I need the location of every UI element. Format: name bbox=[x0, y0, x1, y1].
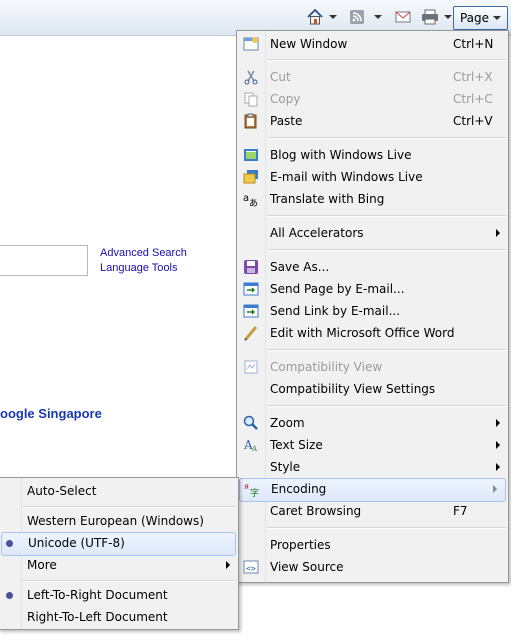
read-mail-icon bbox=[395, 10, 411, 24]
menu-item-western-european[interactable]: Western European (Windows) bbox=[0, 510, 238, 532]
menu-item-left-to-right[interactable]: Left-To-Right Document bbox=[0, 584, 238, 606]
svg-text:<>: <> bbox=[246, 564, 256, 573]
compatibility-icon bbox=[243, 359, 259, 375]
encoding-icon: я字 bbox=[244, 481, 260, 499]
view-source-icon: <> bbox=[243, 559, 259, 575]
read-mail-button[interactable] bbox=[395, 6, 411, 28]
menu-separator bbox=[23, 506, 236, 508]
menu-item-properties[interactable]: Properties bbox=[237, 534, 508, 556]
menu-item-copy[interactable]: Copy Ctrl+C bbox=[237, 88, 508, 110]
menu-item-style[interactable]: Style bbox=[237, 456, 508, 478]
save-icon bbox=[243, 259, 259, 275]
menu-item-zoom[interactable]: Zoom bbox=[237, 412, 508, 434]
text-size-icon: AA bbox=[243, 437, 259, 453]
menu-item-cut[interactable]: Cut Ctrl+X bbox=[237, 66, 508, 88]
print-icon bbox=[421, 9, 439, 25]
menu-item-right-to-left[interactable]: Right-To-Left Document bbox=[0, 606, 238, 628]
menu-item-view-source[interactable]: <> View Source bbox=[237, 556, 508, 578]
home-button[interactable] bbox=[306, 6, 337, 28]
menu-item-encoding[interactable]: я字 Encoding bbox=[239, 478, 506, 502]
menu-item-translate-with-bing[interactable]: aあ Translate with Bing bbox=[237, 188, 508, 210]
menu-separator bbox=[267, 527, 506, 529]
feeds-button[interactable] bbox=[349, 6, 382, 28]
send-page-icon bbox=[243, 281, 259, 297]
page-button-label: Page bbox=[459, 11, 489, 25]
menu-separator bbox=[267, 349, 506, 351]
svg-text:я: я bbox=[244, 482, 249, 491]
menu-separator bbox=[267, 249, 506, 251]
radio-checked-icon bbox=[6, 540, 13, 547]
menu-item-compatibility-view-settings[interactable]: Compatibility View Settings bbox=[237, 378, 508, 400]
menu-item-unicode-utf8[interactable]: Unicode (UTF-8) bbox=[1, 532, 236, 556]
menu-separator bbox=[267, 405, 506, 407]
menu-item-blog-with-windows-live[interactable]: Blog with Windows Live bbox=[237, 144, 508, 166]
submenu-arrow-icon bbox=[496, 463, 500, 471]
print-button[interactable] bbox=[421, 6, 452, 28]
feeds-dropdown-arrow[interactable] bbox=[374, 15, 382, 19]
menu-item-send-page-by-email[interactable]: Send Page by E-mail... bbox=[237, 278, 508, 300]
submenu-arrow-icon bbox=[226, 561, 230, 569]
print-dropdown-arrow[interactable] bbox=[444, 15, 452, 19]
menu-separator bbox=[267, 215, 506, 217]
menu-item-send-link-by-email[interactable]: Send Link by E-mail... bbox=[237, 300, 508, 322]
menu-item-text-size[interactable]: AA Text Size bbox=[237, 434, 508, 456]
radio-checked-icon bbox=[6, 592, 13, 599]
menu-item-new-window[interactable]: New Window Ctrl+N bbox=[237, 33, 508, 55]
new-window-icon bbox=[243, 36, 259, 52]
menu-item-compatibility-view[interactable]: Compatibility View bbox=[237, 356, 508, 378]
menu-item-auto-select[interactable]: Auto-Select bbox=[0, 480, 238, 502]
home-icon bbox=[306, 8, 324, 26]
svg-text:字: 字 bbox=[250, 487, 259, 497]
paste-icon bbox=[243, 113, 259, 129]
send-link-icon bbox=[243, 303, 259, 319]
menu-separator bbox=[23, 580, 236, 582]
translate-icon: aあ bbox=[243, 191, 259, 209]
menu-item-save-as[interactable]: Save As... bbox=[237, 256, 508, 278]
google-singapore-link[interactable]: oogle Singapore bbox=[0, 406, 102, 421]
menu-item-paste[interactable]: Paste Ctrl+V bbox=[237, 110, 508, 132]
submenu-arrow-icon bbox=[496, 419, 500, 427]
language-tools-link[interactable]: Language Tools bbox=[100, 262, 177, 274]
menu-item-all-accelerators[interactable]: All Accelerators bbox=[237, 222, 508, 244]
menu-item-edit-with-word[interactable]: Edit with Microsoft Office Word bbox=[237, 322, 508, 344]
submenu-arrow-icon bbox=[496, 441, 500, 449]
submenu-arrow-icon bbox=[493, 485, 497, 493]
svg-text:あ: あ bbox=[249, 198, 258, 207]
menu-item-email-with-windows-live[interactable]: E-mail with Windows Live bbox=[237, 166, 508, 188]
zoom-icon bbox=[243, 415, 259, 431]
page-menu-button[interactable]: Page bbox=[452, 6, 508, 30]
advanced-search-link[interactable]: Advanced Search bbox=[100, 247, 187, 259]
cut-icon bbox=[243, 69, 259, 85]
svg-text:A: A bbox=[251, 445, 258, 453]
menu-separator bbox=[267, 59, 506, 61]
page-menu: New Window Ctrl+N Cut Ctrl+X Copy Ctrl+C… bbox=[236, 30, 509, 583]
submenu-arrow-icon bbox=[496, 229, 500, 237]
blog-icon bbox=[243, 147, 259, 163]
copy-icon bbox=[243, 91, 259, 107]
encoding-submenu: Auto-Select Western European (Windows) U… bbox=[0, 477, 239, 630]
home-dropdown-arrow[interactable] bbox=[329, 15, 337, 19]
menu-separator bbox=[267, 137, 506, 139]
email-icon bbox=[243, 169, 259, 185]
feeds-icon bbox=[349, 9, 365, 25]
menu-item-more[interactable]: More bbox=[0, 554, 238, 576]
search-input[interactable] bbox=[0, 245, 88, 276]
edit-pencil-icon bbox=[243, 325, 259, 341]
chevron-down-icon bbox=[493, 16, 501, 20]
menu-item-caret-browsing[interactable]: Caret Browsing F7 bbox=[237, 500, 508, 522]
